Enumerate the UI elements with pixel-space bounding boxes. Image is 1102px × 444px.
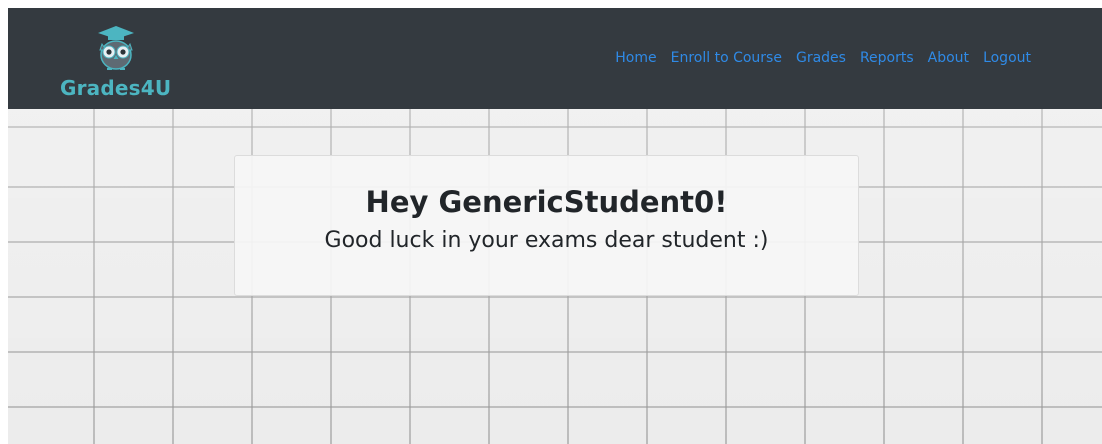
app-window: Grades4U Home Enroll to Course Grades Re… (8, 8, 1102, 444)
nav-link-about[interactable]: About (921, 48, 976, 68)
nav-link-reports[interactable]: Reports (853, 48, 921, 68)
brand-link[interactable]: Grades4U (54, 18, 194, 102)
brand-name: Grades4U (60, 76, 172, 100)
nav-links: Home Enroll to Course Grades Reports Abo… (608, 48, 1038, 68)
nav-link-enroll-to-course[interactable]: Enroll to Course (664, 48, 789, 68)
nav-link-home[interactable]: Home (608, 48, 663, 68)
greeting-card: Hey GenericStudent0! Good luck in your e… (234, 155, 859, 296)
nav-link-logout[interactable]: Logout (976, 48, 1038, 68)
nav-link-grades[interactable]: Grades (789, 48, 853, 68)
greeting-subtitle: Good luck in your exams dear student :) (324, 228, 769, 253)
top-navbar: Grades4U Home Enroll to Course Grades Re… (8, 8, 1102, 109)
greeting-title: Hey GenericStudent0! (365, 185, 728, 219)
owl-graduation-cap-icon (98, 26, 134, 70)
